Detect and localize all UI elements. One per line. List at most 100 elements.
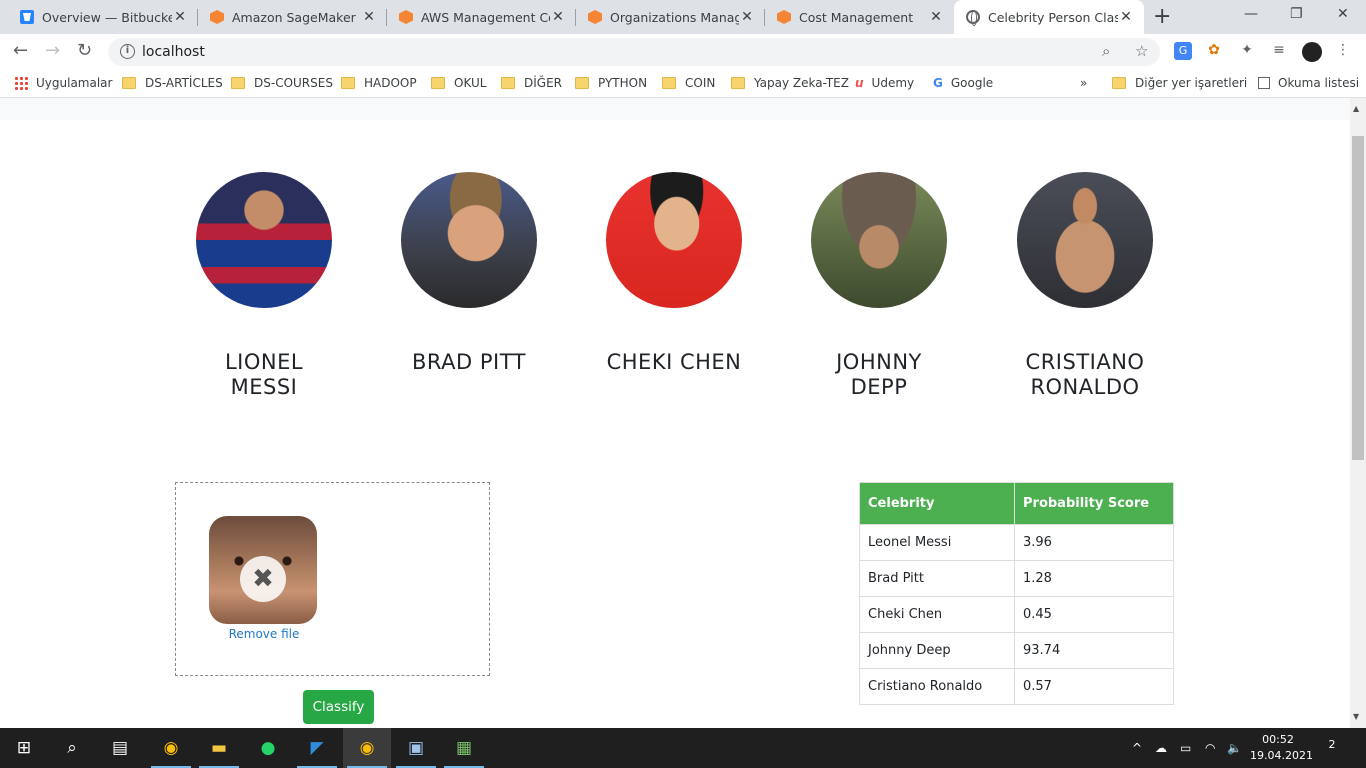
remote-desktop-icon[interactable]: ▣ <box>392 728 440 768</box>
onedrive-icon[interactable]: ☁ <box>1155 728 1167 768</box>
scroll-up-icon[interactable]: ▲ <box>1353 104 1359 113</box>
score-cell: 0.57 <box>1014 668 1174 705</box>
celebrity-card-pitt: BRAD PITT <box>369 172 569 375</box>
tab-sagemaker[interactable]: Amazon SageMaker ✕ <box>198 0 387 34</box>
zoom-search-icon[interactable]: ⌕ <box>1102 42 1110 60</box>
score-cell: 1.28 <box>1014 560 1174 597</box>
celebrity-name: BRAD PITT <box>369 350 569 375</box>
bookmark-apps[interactable]: Uygulamalar <box>14 76 112 90</box>
chrome-taskbar-icon[interactable]: ◉ <box>147 728 195 768</box>
scroll-down-icon[interactable]: ▼ <box>1353 712 1359 721</box>
close-icon[interactable]: ✕ <box>1118 9 1134 25</box>
windows-start-icon[interactable]: ⊞ <box>0 728 48 768</box>
volume-icon[interactable]: 🔈 <box>1227 728 1242 768</box>
celebrity-name: CRISTIANO RONALDO <box>985 350 1185 400</box>
close-icon[interactable]: ✕ <box>550 9 566 25</box>
file-explorer-icon[interactable]: ▬ <box>195 728 243 768</box>
notepad-icon[interactable]: ▦ <box>440 728 488 768</box>
back-icon[interactable]: ← <box>13 40 28 61</box>
close-icon[interactable]: ✕ <box>361 9 377 25</box>
bookmark-label: DİĞER <box>524 76 562 90</box>
task-view-icon[interactable]: ▤ <box>96 728 144 768</box>
media-control-icon[interactable]: ≡ <box>1270 42 1288 60</box>
notification-center-icon[interactable]: 2 <box>1320 738 1344 758</box>
tab-title: Cost Management <box>799 9 914 25</box>
bookmark-hadoop[interactable]: HADOOP <box>341 76 417 90</box>
classify-button[interactable]: Classify <box>303 690 374 724</box>
file-dropzone[interactable]: ✖ Remove file <box>175 482 490 676</box>
bookmark-coin[interactable]: COIN <box>662 76 715 90</box>
close-icon[interactable]: ✕ <box>928 9 944 25</box>
bookmark-python[interactable]: PYTHON <box>575 76 647 90</box>
tab-aws-console[interactable]: AWS Management Con ✕ <box>387 0 576 34</box>
taskbar-clock[interactable]: 00:52 19.04.2021 <box>1250 732 1313 764</box>
chrome-profile-taskbar-icon[interactable]: ◉ <box>343 728 391 768</box>
page-scrollbar[interactable]: ▲ ▼ <box>1350 98 1366 728</box>
extension-icon[interactable]: ✿ <box>1205 42 1223 60</box>
bookmark-star-icon[interactable]: ☆ <box>1135 42 1148 60</box>
aws-icon <box>777 10 791 24</box>
folder-icon <box>431 77 445 89</box>
close-icon[interactable]: ✕ <box>172 9 188 25</box>
uploaded-image-thumbnail: ✖ <box>209 516 317 624</box>
address-bar[interactable]: i localhost ⌕ ☆ <box>108 38 1160 66</box>
folder-icon <box>122 77 136 89</box>
windows-taskbar: ⊞ ⌕ ▤ ◉ ▬ ● ◤ ◉ ▣ ▦ ^ ☁ ▭ ◠ 🔈 00:52 19.0… <box>0 728 1366 768</box>
new-tab-icon[interactable]: + <box>1153 4 1171 29</box>
table-row: Brad Pitt 1.28 <box>859 560 1174 597</box>
celebrity-name-line: CHEKI CHEN <box>606 350 742 374</box>
folder-icon <box>501 77 515 89</box>
bookmark-label: COIN <box>685 76 716 90</box>
table-header-row: Celebrity Probability Score <box>859 482 1174 525</box>
battery-icon[interactable]: ▭ <box>1180 728 1191 768</box>
column-header: Probability Score <box>1014 482 1174 525</box>
bookmark-ds-courses[interactable]: DS-COURSES <box>231 76 333 90</box>
search-icon[interactable]: ⌕ <box>48 728 96 768</box>
celebrity-cell: Cristiano Ronaldo <box>859 668 1015 705</box>
site-info-icon[interactable]: i <box>120 44 135 59</box>
bookmark-google[interactable]: G Google <box>933 76 993 90</box>
celebrity-name-line: CRISTIANO <box>1025 350 1145 374</box>
translate-extension-icon[interactable]: G <box>1174 42 1192 60</box>
tab-organizations[interactable]: Organizations Manager ✕ <box>576 0 765 34</box>
celebrity-name-line: DEPP <box>850 375 908 399</box>
bookmark-diger[interactable]: DİĞER <box>501 76 562 90</box>
profile-avatar[interactable] <box>1302 42 1322 62</box>
close-icon[interactable]: ✕ <box>739 9 755 25</box>
tab-cost-management[interactable]: Cost Management ✕ <box>765 0 954 34</box>
bookmark-other[interactable]: Diğer yer işaretleri <box>1112 76 1247 90</box>
menu-kebab-icon[interactable]: ⋮ <box>1334 42 1352 60</box>
celebrity-photo <box>606 172 742 308</box>
bookmark-reading-list[interactable]: Okuma listesi <box>1258 76 1359 90</box>
reload-icon[interactable]: ↻ <box>77 40 92 61</box>
tab-strip: Overview — Bitbucket ✕ Amazon SageMaker … <box>0 0 1366 34</box>
scroll-thumb[interactable] <box>1352 136 1364 460</box>
tray-chevron-icon[interactable]: ^ <box>1132 728 1142 768</box>
remove-file-link[interactable]: Remove file <box>209 627 319 641</box>
results-table: Celebrity Probability Score Leonel Messi… <box>859 482 1174 705</box>
url-text[interactable]: localhost <box>142 44 205 60</box>
bookmark-label: Udemy <box>871 76 915 90</box>
bookmark-ds-articles[interactable]: DS-ARTİCLES <box>122 76 223 90</box>
wifi-icon[interactable]: ◠ <box>1205 728 1215 768</box>
celebrity-cell: Brad Pitt <box>859 560 1015 597</box>
bookmarks-overflow-icon[interactable]: » <box>1080 76 1087 90</box>
aws-icon <box>399 10 413 24</box>
restore-icon[interactable]: ❐ <box>1290 6 1303 22</box>
tab-celebrity-classifier[interactable]: Celebrity Person Classif ✕ <box>954 0 1144 34</box>
puzzle-extensions-icon[interactable]: ✦ <box>1238 42 1256 60</box>
bookmark-okul[interactable]: OKUL <box>431 76 486 90</box>
score-cell: 3.96 <box>1014 524 1174 561</box>
forward-icon[interactable]: → <box>45 40 60 61</box>
remove-file-icon[interactable]: ✖ <box>240 556 286 602</box>
celebrity-card-messi: LIONEL MESSI <box>164 172 364 400</box>
window-close-icon[interactable]: ✕ <box>1337 6 1349 22</box>
bookmark-label: Okuma listesi <box>1278 76 1360 90</box>
bookmark-yapay-zeka[interactable]: Yapay Zeka-TEZ <box>731 76 849 90</box>
whatsapp-icon[interactable]: ● <box>244 728 292 768</box>
minimize-icon[interactable]: — <box>1244 6 1258 22</box>
bookmark-udemy[interactable]: u Udemy <box>855 76 914 90</box>
tab-bitbucket[interactable]: Overview — Bitbucket ✕ <box>8 0 198 34</box>
vscode-icon[interactable]: ◤ <box>293 728 341 768</box>
table-row: Cheki Chen 0.45 <box>859 596 1174 633</box>
